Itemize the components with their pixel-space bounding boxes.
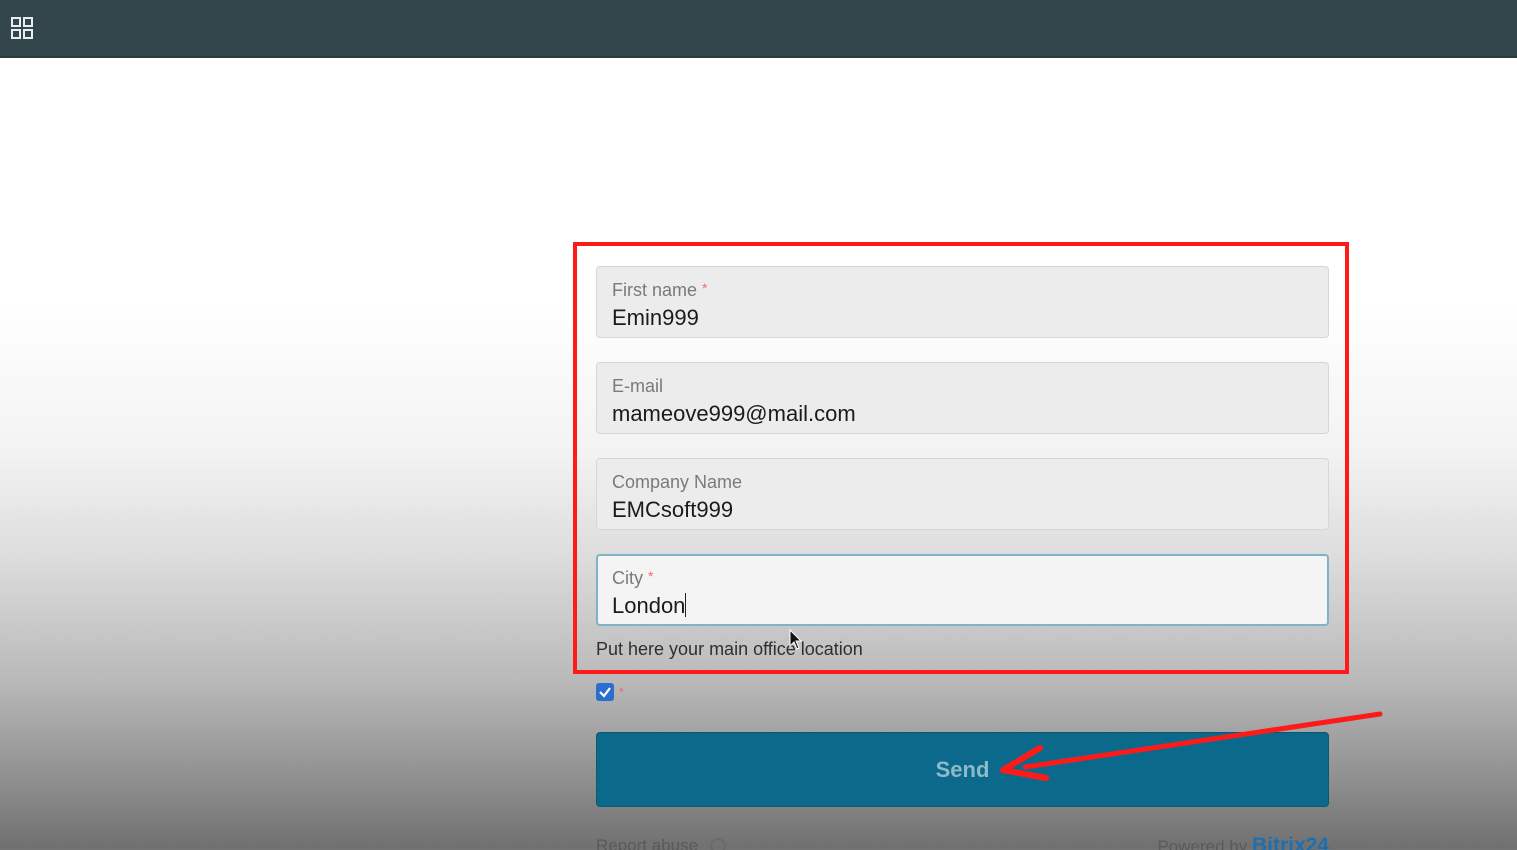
consent-checkbox[interactable] — [596, 683, 614, 701]
send-button[interactable]: Send — [596, 732, 1329, 807]
report-abuse-label: Report abuse — [596, 836, 699, 850]
email-field[interactable]: E-mail mameove999@mail.com — [596, 362, 1329, 434]
city-hint: Put here your main office location — [596, 639, 863, 659]
company-name-value: EMCsoft999 — [612, 497, 734, 522]
bitrix24-logo[interactable]: Bitrix24 — [1252, 834, 1329, 850]
email-value: mameove999@mail.com — [612, 401, 856, 426]
required-mark: * — [702, 280, 708, 296]
report-abuse-link[interactable]: Report abuse — [596, 836, 727, 850]
send-label: Send — [935, 756, 990, 782]
city-field[interactable]: City * London — [596, 554, 1329, 626]
company-name-field[interactable]: Company Name EMCsoft999 — [596, 458, 1329, 530]
required-mark: * — [648, 568, 654, 584]
first-name-value: Emin999 — [612, 305, 699, 330]
city-label: City * — [612, 568, 654, 588]
first-name-label: First name * — [612, 280, 708, 300]
grid-apps-icon[interactable] — [11, 17, 33, 39]
checkmark-icon — [599, 687, 611, 698]
powered-by-label: Powered by — [1157, 837, 1248, 850]
web-form: First name * Emin999 E-mail mameove999@ma… — [596, 266, 1329, 650]
city-value: London — [612, 593, 687, 618]
powered-by: Powered by Bitrix24 — [1157, 834, 1329, 850]
consent-row: * — [596, 683, 624, 701]
help-icon[interactable] — [710, 838, 727, 850]
company-name-label: Company Name — [612, 472, 743, 492]
mouse-cursor-icon — [789, 629, 803, 650]
first-name-field[interactable]: First name * Emin999 — [596, 266, 1329, 338]
email-label: E-mail — [612, 376, 664, 396]
consent-required-mark: * — [619, 685, 624, 699]
top-bar — [0, 0, 1517, 58]
text-caret — [685, 593, 687, 617]
